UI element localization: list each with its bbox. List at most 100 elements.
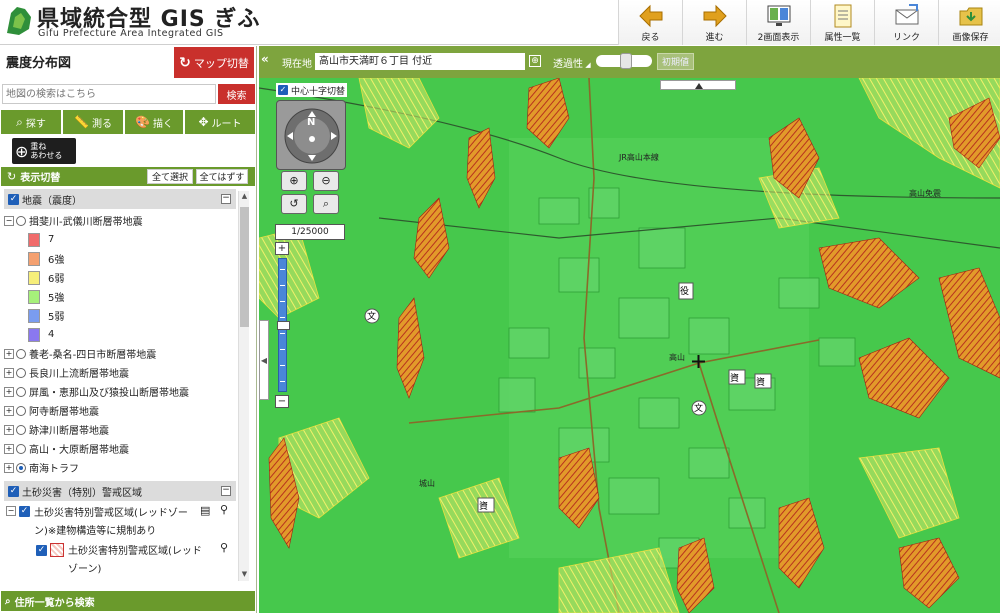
zoom-box-icon[interactable]: ⌕ xyxy=(313,194,339,214)
zoom-out-tool-icon[interactable]: ⊖ xyxy=(313,171,339,191)
checkbox-checked-icon[interactable]: ✓ xyxy=(36,545,47,556)
navigation-pad[interactable]: N xyxy=(276,100,346,170)
zoom-to-layer-icon[interactable]: ⚲ xyxy=(220,503,228,516)
tree-expand-icon[interactable]: + xyxy=(4,405,14,416)
svg-text:役: 役 xyxy=(680,285,689,297)
forward-button[interactable]: 進む xyxy=(682,0,746,45)
fault-item-selected[interactable]: + 南海トラフ xyxy=(4,458,236,477)
legend-item: 5弱 xyxy=(4,306,236,325)
panel-title: 震度分布図 xyxy=(6,56,72,71)
fault-item-active[interactable]: − 揖斐川-武儀川断層帯地震 xyxy=(4,211,236,230)
tools-row: ⌕ 探す 📏 測る 🎨 描く ✥ ルート xyxy=(1,110,255,134)
transparency-slider[interactable] xyxy=(596,53,652,69)
collapse-panel-icon[interactable]: « xyxy=(261,52,272,68)
fault-item[interactable]: + 養老-桑名-四日市断層帯地震 xyxy=(4,344,236,363)
zoom-slider[interactable]: + − xyxy=(275,242,290,408)
find-tool-button[interactable]: ⌕ 探す xyxy=(1,110,61,134)
zoom-slider-handle[interactable] xyxy=(277,321,290,330)
link-label: リンク xyxy=(892,33,920,43)
fault-item[interactable]: + 阿寺断層帯地震 xyxy=(4,401,236,420)
rail-line-label: JR高山本線 xyxy=(618,152,659,162)
measure-tool-button[interactable]: 📏 測る xyxy=(63,110,123,134)
section-landslide[interactable]: ✓ 土砂災害（特別）警戒区域 − xyxy=(4,481,236,501)
transparency-slider-handle[interactable] xyxy=(620,53,633,69)
zoom-to-layer-icon[interactable]: ⚲ xyxy=(220,541,228,554)
tree-collapse-icon[interactable]: − xyxy=(4,215,14,226)
station-label: 高山 xyxy=(669,352,685,362)
address-search-bar[interactable]: ⌕ 住所一覧から検索 xyxy=(1,591,255,611)
magnifier-icon: ⌕ xyxy=(16,114,23,129)
draw-tool-label: 描く xyxy=(152,118,173,130)
deselect-all-button[interactable]: 全てはずす xyxy=(196,169,248,184)
overlay-icon: ⊕ xyxy=(15,141,29,161)
fault-item[interactable]: + 長良川上流断層帯地震 xyxy=(4,363,236,382)
collapse-icon[interactable]: − xyxy=(221,486,231,496)
back-button[interactable]: 戻る xyxy=(618,0,682,45)
zoom-track[interactable] xyxy=(277,258,290,392)
radio-icon[interactable] xyxy=(16,367,26,378)
zoom-in-tool-icon[interactable]: ⊕ xyxy=(281,171,307,191)
attribute-list-button[interactable]: 属性一覧 xyxy=(810,0,874,45)
radio-icon[interactable] xyxy=(16,348,26,359)
checkbox-checked-icon[interactable]: ✓ xyxy=(19,506,30,517)
sub-layer-item[interactable]: − ✓ 土砂災害特別警戒区域(レッドゾー ン)※建物構造等に規制あり ▤ ⚲ xyxy=(4,503,236,541)
tree-collapse-icon[interactable]: − xyxy=(6,506,16,516)
svg-text:N: N xyxy=(307,117,315,128)
tree-expand-icon[interactable]: + xyxy=(4,367,14,378)
map-search-input[interactable] xyxy=(2,84,216,104)
radio-icon[interactable] xyxy=(16,443,26,454)
section-earthquake[interactable]: ✓ 地震（震度） − xyxy=(4,189,236,209)
fault-item[interactable]: + 高山・大原断層帯地震 xyxy=(4,439,236,458)
select-all-button[interactable]: 全て選択 xyxy=(147,169,193,184)
radio-icon[interactable] xyxy=(16,424,26,435)
legend-item: 4 xyxy=(4,325,236,344)
link-button[interactable]: リンク xyxy=(874,0,938,45)
checkbox-checked-icon[interactable]: ✓ xyxy=(8,193,19,205)
side-panel-toggle[interactable]: ◀ xyxy=(259,320,269,400)
search-button[interactable]: 検索 xyxy=(218,84,255,104)
radio-icon[interactable] xyxy=(16,405,26,416)
fault-label: 養老-桑名-四日市断層帯地震 xyxy=(29,350,157,361)
layer-scroll-thumb[interactable] xyxy=(240,207,249,327)
tree-expand-icon[interactable]: + xyxy=(4,386,14,397)
tree-expand-icon[interactable]: + xyxy=(4,443,14,454)
dual-screen-button[interactable]: 2画面表示 xyxy=(746,0,810,45)
reset-button[interactable]: 初期値 xyxy=(657,53,694,70)
layer-scrollbar[interactable]: ▲ ▼ xyxy=(238,191,249,581)
collapse-icon[interactable]: − xyxy=(221,194,231,204)
radio-selected-icon[interactable] xyxy=(16,462,26,473)
fault-item[interactable]: + 屏風・恵那山及び猿投山断層帯地震 xyxy=(4,382,236,401)
fault-item[interactable]: + 跡津川断層帯地震 xyxy=(4,420,236,439)
zoom-in-button[interactable]: + xyxy=(275,242,289,255)
main-toolbar: 戻る 進む 2画面表示 属性一覧 リンク 画像保存 xyxy=(618,0,1000,45)
tree-expand-icon[interactable]: + xyxy=(4,424,14,435)
draw-tool-button[interactable]: 🎨 描く xyxy=(125,110,183,134)
shiroyama-label: 城山 xyxy=(419,478,435,488)
rotate-icon[interactable]: ↺ xyxy=(281,194,307,214)
checkbox-checked-icon[interactable]: ✓ xyxy=(278,85,288,95)
save-image-button[interactable]: 画像保存 xyxy=(938,0,1000,45)
scale-display: 1/25000 xyxy=(275,224,345,240)
radio-icon[interactable] xyxy=(16,215,26,226)
map-view[interactable]: 文 文 役 資 資 資 JR高山本線 高山 城山 高山免震 xyxy=(259,78,1000,613)
sub-layer-label-1: 土砂災害特別警戒区域(レッドゾー xyxy=(34,508,188,519)
radio-icon[interactable] xyxy=(16,386,26,397)
app-header: 県域統合型 GIS ぎふ Gifu Prefecture Area Integr… xyxy=(0,0,1000,45)
legend-label: 4 xyxy=(48,329,55,340)
target-icon[interactable]: ⊕ xyxy=(529,55,541,67)
overlay-button[interactable]: ⊕ 重ね あわせる xyxy=(12,138,76,164)
scroll-up-icon[interactable]: ▲ xyxy=(240,192,249,202)
checkbox-checked-icon[interactable]: ✓ xyxy=(8,485,19,497)
route-tool-button[interactable]: ✥ ルート xyxy=(185,110,255,134)
sub-layer-label-2: ン)※建物構造等に規制あり xyxy=(34,526,157,537)
scroll-down-icon[interactable]: ▼ xyxy=(240,570,249,580)
crosshair-toggle[interactable]: ✓ 中心十字切替 xyxy=(276,83,348,97)
hatch-swatch xyxy=(50,543,64,557)
zoom-out-button[interactable]: − xyxy=(275,395,289,408)
map-switch-button[interactable]: ↻ マップ切替 xyxy=(174,47,254,78)
document-icon[interactable]: ▤ xyxy=(200,504,210,517)
sub-item[interactable]: ✓ 土砂災害特別警戒区域(レッド ゾーン) ⚲ xyxy=(4,541,236,579)
tree-expand-icon[interactable]: + xyxy=(4,348,14,359)
tree-expand-icon[interactable]: + xyxy=(4,462,14,473)
attribute-list-icon xyxy=(834,4,851,28)
